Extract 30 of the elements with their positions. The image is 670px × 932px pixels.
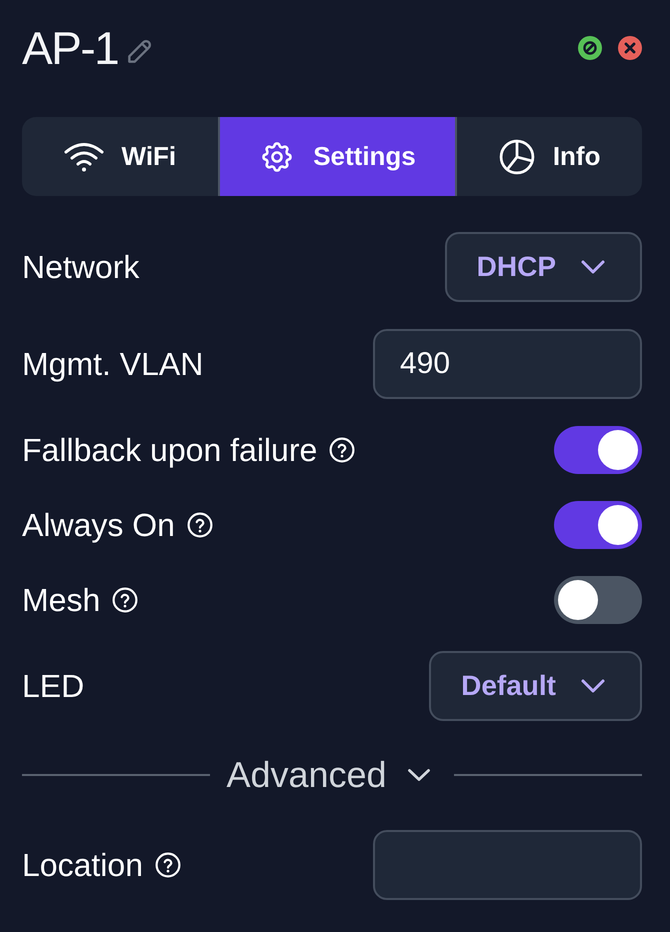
help-icon[interactable] [154,852,181,878]
text-field[interactable]: 490 [373,329,642,399]
wifi-icon [64,142,104,172]
setting-label: Mgmt. VLAN [22,345,204,383]
setting-label: Fallback upon failure [22,431,318,469]
help-icon[interactable] [186,512,213,538]
chevron-down-icon [406,768,431,782]
pie-chart-icon [498,138,535,174]
text-field[interactable] [373,830,642,900]
toggle-switch[interactable] [554,501,642,549]
advanced-toggle[interactable]: Advanced [226,754,431,796]
tab[interactable]: Settings [218,117,458,196]
device-title: AP-1 [22,23,118,73]
tab[interactable]: WiFi [22,117,218,196]
setting-label: LED [22,667,84,705]
help-icon[interactable] [112,587,138,613]
help-icon[interactable] [329,437,356,463]
toggle-switch[interactable] [554,426,642,474]
select-dropdown[interactable]: Default [429,651,642,721]
select-dropdown[interactable]: DHCP [444,232,642,302]
toggle-switch[interactable] [554,576,642,624]
setting-label: Mesh [22,581,100,619]
setting-label: Always On [22,506,175,544]
setting-label: Location [22,846,143,884]
slash-circle-icon[interactable] [578,36,602,60]
tab[interactable]: Info [457,117,642,196]
close-icon[interactable] [618,36,642,60]
setting-label: Network [22,248,140,286]
chevron-down-icon [580,678,606,694]
chevron-down-icon [580,259,606,275]
